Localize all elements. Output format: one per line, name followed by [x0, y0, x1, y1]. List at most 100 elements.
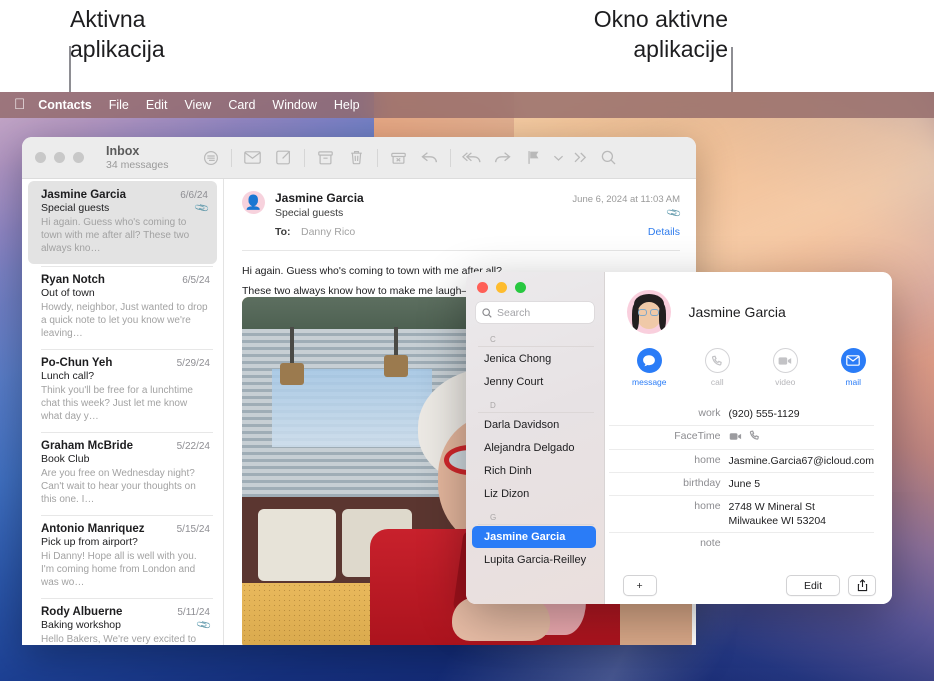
- contact-list-item[interactable]: Rich Dinh: [472, 460, 596, 482]
- message-list-item[interactable]: Po-Chun Yeh 5/29/24 Lunch call? Think you…: [22, 349, 223, 432]
- message-preview: Hi Danny! Hope all is well with you. I'm…: [41, 551, 197, 588]
- contacts-bottom-bar[interactable]: + Edit: [605, 575, 892, 596]
- message-sender: Rody Albuerne: [41, 606, 123, 618]
- contact-list-item[interactable]: Jenny Court: [472, 371, 596, 393]
- message-subject: Pick up from airport?: [41, 536, 138, 548]
- field-key: home: [694, 454, 721, 466]
- close-button[interactable]: [35, 152, 46, 163]
- video-camera-icon[interactable]: [729, 431, 742, 445]
- message-list-item[interactable]: Ryan Notch 6/5/24 Out of town Howdy, neig…: [22, 266, 223, 349]
- message-sender: Po-Chun Yeh: [41, 357, 113, 369]
- message-list-item[interactable]: Jasmine Garcia 6/6/24 Special guests 📎 Hi …: [28, 181, 217, 264]
- field-key: FaceTime: [674, 430, 721, 442]
- contact-field-work-phone[interactable]: work (920) 555-1129: [608, 403, 874, 426]
- video-camera-icon: [772, 348, 798, 373]
- minimize-button[interactable]: [496, 282, 507, 293]
- archive-icon[interactable]: [310, 145, 341, 171]
- contact-list-item[interactable]: Liz Dizon: [472, 483, 596, 505]
- message-preview: Hi again. Guess who's coming to town wit…: [41, 217, 190, 254]
- compose-icon[interactable]: [268, 145, 299, 171]
- contact-detail-pane: Jasmine Garcia message call video mail w…: [604, 272, 892, 604]
- forward-icon[interactable]: [487, 145, 518, 171]
- contacts-window[interactable]: Search C Jenica Chong Jenny Court D Darl…: [466, 272, 892, 604]
- mark-unread-icon[interactable]: [237, 145, 268, 171]
- annotation-active-app-window: Okno aktivne aplikacije: [593, 6, 728, 62]
- maximize-button[interactable]: [515, 282, 526, 293]
- contact-field-note[interactable]: note: [609, 533, 874, 553]
- menu-item-card[interactable]: Card: [228, 98, 255, 112]
- search-icon[interactable]: [593, 145, 624, 171]
- phone-icon: [704, 348, 730, 373]
- phone-icon[interactable]: [749, 430, 760, 445]
- mail-action-label: mail: [845, 377, 862, 387]
- details-link[interactable]: Details: [648, 226, 680, 238]
- video-action-button[interactable]: video: [766, 348, 804, 387]
- contact-list-item[interactable]: Alejandra Delgado: [472, 437, 596, 459]
- more-icon[interactable]: [567, 145, 593, 171]
- memoji-avatar[interactable]: [626, 290, 671, 334]
- delete-icon[interactable]: [341, 145, 372, 171]
- message-action-button[interactable]: message: [630, 348, 668, 387]
- add-contact-button[interactable]: +: [622, 575, 657, 596]
- message-list-item[interactable]: Rody Albuerne 5/11/24 Baking workshop 📎 He…: [22, 598, 223, 645]
- mail-action-button[interactable]: mail: [834, 348, 872, 387]
- message-list-item[interactable]: Antonio Manriquez 5/15/24 Pick up from ai…: [22, 515, 223, 598]
- share-button[interactable]: [848, 575, 876, 596]
- message-list-item[interactable]: Graham McBride 5/22/24 Book Club Are you …: [22, 432, 223, 515]
- message-subject: Baking workshop: [41, 619, 121, 631]
- message-list[interactable]: Jasmine Garcia 6/6/24 Special guests 📎 Hi …: [22, 179, 224, 645]
- message-date: 5/11/24: [177, 607, 210, 618]
- call-action-label: call: [710, 377, 724, 387]
- maximize-button[interactable]: [73, 152, 84, 163]
- field-value: Jasmine.Garcia67@icloud.com: [728, 455, 874, 467]
- contact-list-item[interactable]: Darla Davidson: [472, 414, 596, 436]
- envelope-icon: [840, 348, 866, 373]
- contact-fields: work (920) 555-1129 FaceTime home Jasmin…: [608, 403, 874, 553]
- toolbar-separator: [304, 148, 306, 167]
- contacts-sidebar[interactable]: Search C Jenica Chong Jenny Court D Darl…: [466, 272, 605, 604]
- contacts-group-header-d: D: [478, 397, 594, 413]
- minimize-button[interactable]: [54, 152, 65, 163]
- message-preview: Are you free on Wednesday night? Can't w…: [41, 468, 196, 505]
- mail-titlebar[interactable]: Inbox 34 messages: [22, 137, 696, 179]
- attachment-icon: 📎: [195, 616, 213, 634]
- menu-item-contacts[interactable]: Contacts: [38, 98, 91, 112]
- close-button[interactable]: [477, 282, 488, 293]
- to-label: To:: [275, 226, 291, 238]
- contact-list-item[interactable]: Lupita Garcia-Reilley: [472, 549, 596, 571]
- contacts-traffic-lights[interactable]: [477, 282, 604, 293]
- sidebar-filter-icon[interactable]: [195, 145, 226, 171]
- contact-field-birthday[interactable]: birthday June 5: [608, 473, 874, 496]
- menu-item-file[interactable]: File: [109, 98, 129, 112]
- message-date: 6/5/24: [182, 275, 210, 286]
- apple-logo-icon[interactable]: : [14, 97, 25, 112]
- reply-all-icon[interactable]: [456, 145, 487, 171]
- contact-list-item-selected[interactable]: Jasmine Garcia: [472, 526, 596, 548]
- flag-icon[interactable]: [518, 145, 549, 171]
- junk-icon[interactable]: [383, 145, 414, 171]
- menu-item-help[interactable]: Help: [334, 98, 360, 112]
- reply-icon[interactable]: [414, 145, 445, 171]
- message-preview: Hello Bakers, We're very excited to have…: [41, 634, 197, 645]
- menu-item-edit[interactable]: Edit: [146, 98, 168, 112]
- contact-field-home-address[interactable]: home 2748 W Mineral St Milwaukee WI 5320…: [608, 496, 874, 533]
- message-date: 5/22/24: [176, 441, 210, 452]
- contact-field-home-email[interactable]: home Jasmine.Garcia67@icloud.com: [608, 450, 874, 473]
- mailbox-name: Inbox: [106, 144, 140, 159]
- contact-field-facetime[interactable]: FaceTime: [608, 426, 874, 450]
- menu-item-window[interactable]: Window: [272, 98, 316, 112]
- contact-list-item[interactable]: Jenica Chong: [472, 348, 596, 370]
- contact-name: Jasmine Garcia: [688, 304, 786, 320]
- search-input[interactable]: Search: [476, 302, 594, 323]
- edit-contact-button[interactable]: Edit: [786, 575, 840, 596]
- contact-action-buttons[interactable]: message call video mail: [605, 348, 892, 387]
- message-bubble-icon: [636, 348, 662, 373]
- call-action-button[interactable]: call: [698, 348, 736, 387]
- mail-toolbar[interactable]: [195, 145, 624, 171]
- menu-item-view[interactable]: View: [184, 98, 211, 112]
- contacts-group-header-c: C: [478, 331, 594, 347]
- chevron-down-icon[interactable]: [549, 145, 567, 171]
- menu-bar[interactable]:  Contacts File Edit View Card Window He…: [0, 92, 934, 118]
- reading-sender: Jasmine Garcia: [275, 191, 364, 205]
- mail-traffic-lights[interactable]: [35, 152, 84, 163]
